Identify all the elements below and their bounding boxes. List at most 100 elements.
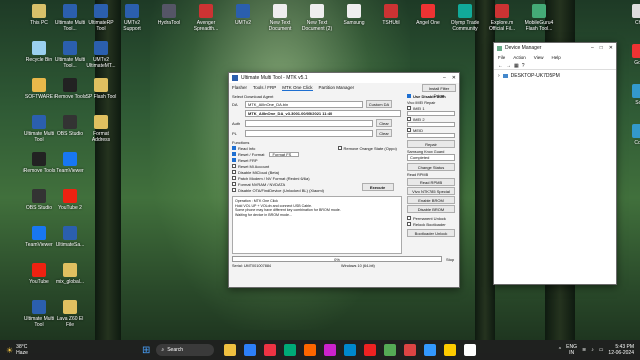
desktop-icon-col3-0[interactable]: UltimateRP Tool [84, 4, 118, 32]
taskbar-app-icon[interactable] [244, 344, 257, 356]
desktop-icon-left-7[interactable]: YouTube [22, 263, 56, 285]
minimize-icon[interactable]: – [591, 45, 594, 51]
desktop-icon-top-8[interactable]: Angel One [411, 4, 445, 26]
back-icon[interactable]: ← [498, 63, 503, 69]
expand-icon[interactable]: › [498, 73, 500, 79]
region-text[interactable]: IN [566, 350, 577, 356]
install-filter-driver-button[interactable]: Install Filter Driver [422, 84, 456, 98]
pl-clear-button[interactable]: Clear [376, 129, 392, 137]
help-icon[interactable]: ? [522, 63, 525, 69]
desktop-icon-top-10[interactable]: Explore.m Official Fil... [485, 4, 519, 32]
desktop-icon-col2-1[interactable]: Ultimate Multi Tool... [53, 41, 87, 69]
weather-widget[interactable]: ☀ 38°C Haze [0, 344, 80, 356]
devmgr-menu-file[interactable]: File [498, 55, 505, 60]
clock-date[interactable]: 12-06-2024 [608, 350, 634, 356]
search-box[interactable]: ⌕ Search [156, 344, 215, 356]
change-status-button[interactable]: Change Status [407, 163, 455, 171]
taskbar-app-icon[interactable] [304, 344, 317, 356]
close-icon[interactable]: ✕ [452, 75, 456, 81]
desktop-icon-top-7[interactable]: TSHUtil [374, 4, 408, 26]
devmgr-menu-action[interactable]: Action [513, 55, 526, 60]
start-icon[interactable]: ⊞ [142, 345, 150, 356]
desktop-icon-top-3[interactable]: UMTv2 [226, 4, 260, 26]
desktop-icon-top-2[interactable]: Avenger Spreadth... [189, 4, 223, 32]
execute-button[interactable]: Execute [361, 183, 394, 191]
desktop-icon-left-1[interactable]: Recycle Bin [22, 41, 56, 63]
desktop-icon-top-1[interactable]: HydraTool [152, 4, 186, 26]
meid-input[interactable] [407, 133, 455, 138]
desktop-icon-col3-2[interactable]: SP Flash Tool [84, 78, 118, 100]
taskbar-app-icon[interactable] [224, 344, 237, 356]
desktop-icon-col2-8[interactable]: Lava Z60 El File [53, 300, 87, 328]
disable-brom-button[interactable]: Disable BROM [407, 205, 455, 213]
devmgr-titlebar[interactable]: Device Manager – □ ✕ [494, 43, 616, 53]
desktop-icon-left-4[interactable]: iRemove Tools [22, 152, 56, 174]
desktop-icon-col3-1[interactable]: UMTv2 UltimateMT... [84, 41, 118, 69]
auth-clear-button[interactable]: Clear [376, 119, 392, 127]
desktop-icon-col2-5[interactable]: YouTube 2 [53, 189, 87, 211]
taskbar-app-icon[interactable] [384, 344, 397, 356]
minimize-icon[interactable]: – [443, 75, 446, 81]
bootloader-unlock-button[interactable]: Bootloader Unlock [407, 229, 455, 237]
enable-brom-button[interactable]: Enable BROM [407, 196, 455, 204]
desktop-icon-col2-6[interactable]: UltimateSa... [53, 226, 87, 248]
taskbar-app-icon[interactable] [324, 344, 337, 356]
taskbar-app-icon[interactable] [404, 344, 417, 356]
desktop-icon-right-0[interactable]: Chr [622, 4, 640, 26]
taskbar-app-icon[interactable] [424, 344, 437, 356]
umt-window[interactable]: Ultimate Multi Tool - MTK v5.1 – ✕ Flashe… [228, 72, 460, 288]
desktop-icon-left-8[interactable]: Ultimate Multi Tool [22, 300, 56, 328]
knox-select[interactable]: Completed [407, 154, 455, 161]
da-select[interactable]: MTK_AllInOne_DA.bin [245, 100, 363, 108]
vivo-special-button[interactable]: Vivo NTK785 Special [407, 187, 455, 195]
desktop-icon-col2-0[interactable]: Ultimate Multi Tool... [53, 4, 87, 32]
desktop-icon-left-2[interactable]: SOFTWARE [22, 78, 56, 100]
use-disable-auth-checkbox[interactable]: Use Disable Auth [407, 93, 455, 99]
devmgr-tree-root[interactable]: DESKTOP-UK7D5PM [511, 73, 560, 79]
function-checkbox-7[interactable]: Disable OTA/FindDevice (Unlocked BL) (Xi… [232, 187, 338, 193]
umt-tab-3[interactable]: Partition Manager [319, 85, 355, 91]
read-rpmb-button[interactable]: Read RPMB [407, 178, 455, 186]
close-icon[interactable]: ✕ [609, 45, 613, 51]
chevron-up-icon[interactable]: ^ [559, 347, 561, 353]
repair-button[interactable]: Repair [407, 140, 455, 148]
volume-icon[interactable]: ♪ [591, 347, 594, 353]
taskbar-app-icon[interactable] [344, 344, 357, 356]
umt-tab-1[interactable]: Tools / FRP [253, 85, 276, 91]
umt-tab-2[interactable]: MTK One Click [282, 85, 313, 91]
desktop-icon-left-0[interactable]: This PC [22, 4, 56, 26]
desktop-icon-right-1[interactable]: Goo [622, 44, 640, 66]
auth-input[interactable] [245, 119, 373, 127]
desktop-icon-col2-2[interactable]: iRemove Tools [53, 78, 87, 100]
custom-da-button[interactable]: Custom DA [366, 100, 392, 108]
desktop-icon-top-6[interactable]: Samsung [337, 4, 371, 26]
maximize-icon[interactable]: □ [600, 45, 603, 51]
desktop-icon-top-11[interactable]: MobileGuru4 Flash Tool... [522, 4, 556, 32]
taskbar-app-icon[interactable] [264, 344, 277, 356]
devmgr-menu-view[interactable]: View [534, 55, 544, 60]
forward-icon[interactable]: → [506, 63, 511, 69]
desktop-icon-top-9[interactable]: Olymp Trade Community [448, 4, 482, 32]
battery-icon[interactable]: ▭ [599, 347, 604, 353]
desktop-icon-left-5[interactable]: OBS Studio [22, 189, 56, 211]
device-manager-window[interactable]: Device Manager – □ ✕ File Action View Help ← →… [493, 42, 617, 285]
stop-button[interactable]: Stop [446, 257, 454, 262]
desktop-icon-right-3[interactable]: Con [622, 124, 640, 146]
desktop-icon-col2-7[interactable]: mix_global... [53, 263, 87, 285]
format-select[interactable]: Format FS [269, 151, 300, 157]
taskbar-app-icon[interactable] [364, 344, 377, 356]
relock-checkbox[interactable]: Relock Bootloader [407, 221, 455, 227]
desktop-icon-left-3[interactable]: Ultimate Multi Tool [22, 115, 56, 143]
taskbar-app-icon[interactable] [284, 344, 297, 356]
devmgr-menu-help[interactable]: Help [551, 55, 560, 60]
remove-orange-checkbox[interactable]: Remove Orange State (Oppo) [337, 145, 402, 151]
desktop-icon-top-5[interactable]: New Text Document (2) [300, 4, 334, 32]
wifi-icon[interactable]: ≋ [582, 347, 586, 353]
taskbar-app-icon[interactable] [444, 344, 457, 356]
pl-input[interactable] [245, 129, 373, 137]
umt-titlebar[interactable]: Ultimate Multi Tool - MTK v5.1 – ✕ [229, 73, 459, 83]
taskbar-app-icon[interactable] [464, 344, 477, 356]
properties-icon[interactable]: ▦ [514, 63, 519, 69]
desktop-icon-col2-3[interactable]: OBS Studio [53, 115, 87, 137]
desktop-icon-top-4[interactable]: New Text Document [263, 4, 297, 32]
